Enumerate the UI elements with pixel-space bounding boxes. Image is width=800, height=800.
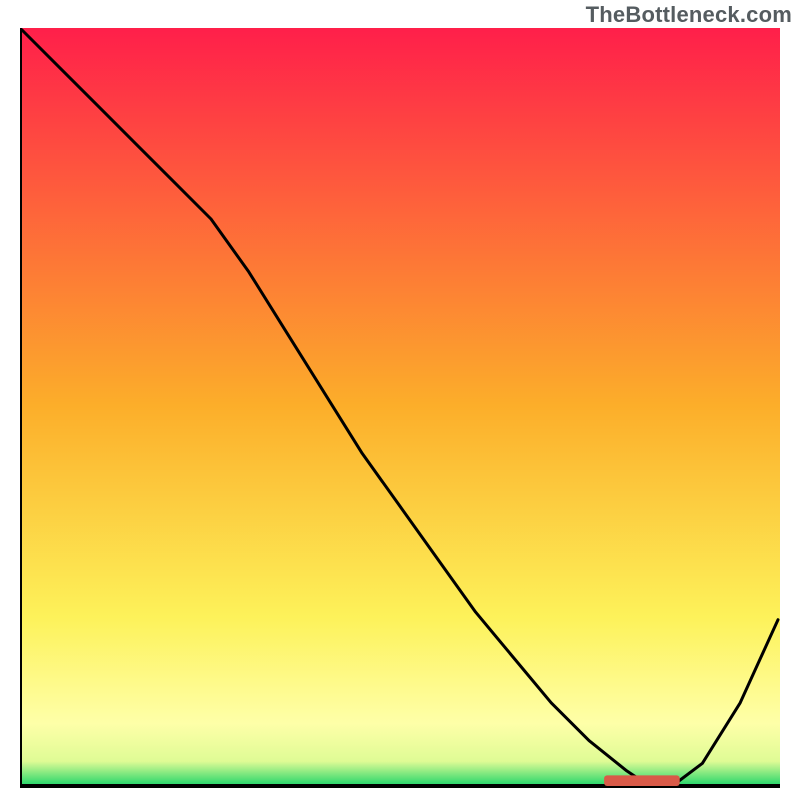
highlight-bar	[604, 775, 680, 786]
chart-stage: TheBottleneck.com	[0, 0, 800, 800]
chart-svg	[20, 28, 780, 788]
chart-plot	[20, 28, 780, 788]
watermark-text: TheBottleneck.com	[586, 2, 792, 28]
